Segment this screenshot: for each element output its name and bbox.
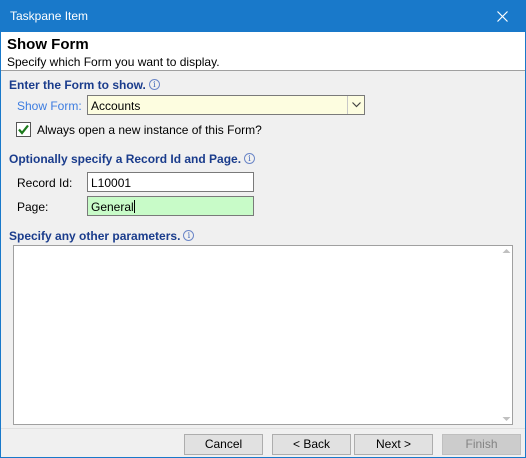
window-title: Taskpane Item — [10, 9, 89, 23]
scroll-up-icon[interactable] — [502, 248, 511, 254]
cancel-button[interactable]: Cancel — [184, 434, 263, 455]
scroll-down-icon[interactable] — [502, 416, 511, 422]
always-new-instance-label[interactable]: Always open a new instance of this Form? — [37, 123, 262, 137]
taskpane-item-dialog: Taskpane Item Show Form Specify which Fo… — [0, 0, 526, 458]
close-button[interactable] — [479, 1, 525, 32]
show-form-label: Show Form: — [17, 99, 82, 113]
record-section-heading-text: Optionally specify a Record Id and Page. — [9, 152, 242, 166]
dropdown-button[interactable] — [347, 96, 364, 114]
record-id-input[interactable]: L10001 — [87, 172, 254, 192]
button-bar: Cancel < Back Next > Finish — [1, 428, 525, 457]
page-input[interactable]: General — [87, 196, 254, 216]
chevron-down-icon — [351, 102, 361, 108]
form-section-heading: Enter the Form to show. i — [9, 78, 160, 92]
info-icon[interactable]: i — [244, 153, 256, 164]
page-title: Show Form — [7, 36, 89, 53]
close-icon — [496, 11, 508, 22]
text-caret — [133, 200, 135, 213]
page-label: Page: — [17, 200, 49, 214]
params-section-heading-text: Specify any other parameters. — [9, 229, 181, 243]
checkmark-icon — [18, 124, 29, 135]
form-section-heading-text: Enter the Form to show. — [9, 78, 146, 92]
page-subtitle: Specify which Form you want to display. — [7, 55, 220, 69]
show-form-value: Accounts — [91, 99, 141, 113]
back-button[interactable]: < Back — [272, 434, 351, 455]
next-button[interactable]: Next > — [354, 434, 433, 455]
page-header: Show Form Specify which Form you want to… — [1, 32, 525, 71]
parameters-textarea[interactable] — [13, 245, 513, 425]
title-bar[interactable]: Taskpane Item — [1, 1, 525, 32]
info-icon[interactable]: i — [183, 230, 195, 241]
params-section-heading: Specify any other parameters. i — [9, 229, 195, 243]
record-id-label: Record Id: — [17, 176, 73, 190]
page-input-value: General — [91, 200, 134, 214]
finish-button[interactable]: Finish — [442, 434, 521, 455]
always-new-instance-checkbox[interactable] — [16, 122, 31, 137]
record-section-heading: Optionally specify a Record Id and Page.… — [9, 152, 256, 166]
info-icon[interactable]: i — [148, 79, 160, 90]
show-form-combobox[interactable]: Accounts — [87, 95, 365, 115]
